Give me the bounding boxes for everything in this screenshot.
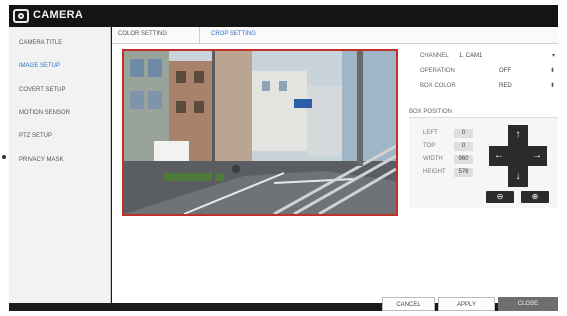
box-position-panel: LEFT 0 TOP 0 WIDTH 960 HEIGHT 576 ↑ ↓ ← … xyxy=(409,118,558,208)
height-value: 576 xyxy=(454,168,473,177)
zoom-in-icon[interactable]: ⊕ xyxy=(521,191,549,203)
box-position-title: BOX POSITION xyxy=(409,109,453,115)
left-value: 0 xyxy=(454,129,473,138)
width-label: WIDTH xyxy=(423,156,443,162)
cancel-button[interactable]: CANCEL xyxy=(382,297,435,311)
sidebar-item-motion-sensor[interactable]: MOTION SENSOR xyxy=(19,110,70,116)
camera-settings-window: CAMERA CAMERA TITLE IMAGE SETUP COVERT S… xyxy=(9,5,558,311)
up-down-arrow-icon: ⬍ xyxy=(549,68,555,74)
apply-button[interactable]: APPLY xyxy=(438,297,495,311)
channel-label: CHANNEL xyxy=(420,53,449,59)
box-color-value: RED xyxy=(499,83,512,89)
outside-marker xyxy=(2,155,6,159)
camera-preview-crop-box[interactable] xyxy=(122,49,398,216)
sidebar-item-image-setup[interactable]: IMAGE SETUP xyxy=(19,63,60,69)
title-bar: CAMERA xyxy=(9,5,558,27)
main-content: COLOR SETTING CROP SETTING CHANNEL 1. CA… xyxy=(112,27,558,303)
box-color-select[interactable]: RED ⬍ xyxy=(449,82,557,91)
tab-crop-setting[interactable]: CROP SETTING xyxy=(211,31,256,37)
sidebar-item-camera-title[interactable]: CAMERA TITLE xyxy=(19,40,62,46)
up-down-arrow-icon: ⬍ xyxy=(549,83,555,89)
sidebar-item-ptz-setup[interactable]: PTZ SETUP xyxy=(19,133,52,139)
sidebar-item-privacy-mask[interactable]: PRIVACY MASK xyxy=(19,157,63,163)
chevron-down-icon: ▾ xyxy=(551,53,555,59)
top-value: 0 xyxy=(454,142,473,151)
tab-bar: COLOR SETTING CROP SETTING xyxy=(112,27,558,44)
tab-color-setting[interactable]: COLOR SETTING xyxy=(118,31,167,37)
close-button[interactable]: CLOSE xyxy=(498,297,558,311)
channel-value: 1. CAM1 xyxy=(459,53,483,59)
arrow-right-icon[interactable]: → xyxy=(529,148,545,164)
left-label: LEFT xyxy=(423,130,438,136)
window-title: CAMERA xyxy=(33,9,84,21)
operation-select[interactable]: OFF ⬍ xyxy=(449,67,557,76)
camera-icon xyxy=(13,9,29,23)
sidebar-item-covert-setup[interactable]: COVERT SETUP xyxy=(19,87,65,93)
street-scene-image xyxy=(124,51,396,214)
tab-divider xyxy=(199,27,200,43)
operation-value: OFF xyxy=(499,68,511,74)
direction-pad: ↑ ↓ ← → xyxy=(489,125,547,187)
zoom-out-icon[interactable]: ⊖ xyxy=(486,191,514,203)
height-label: HEIGHT xyxy=(423,169,446,175)
arrow-left-icon[interactable]: ← xyxy=(491,148,507,164)
sidebar: CAMERA TITLE IMAGE SETUP COVERT SETUP MO… xyxy=(9,27,111,303)
width-value: 960 xyxy=(454,155,473,164)
arrow-down-icon[interactable]: ↓ xyxy=(510,169,526,185)
arrow-up-icon[interactable]: ↑ xyxy=(510,127,526,143)
top-label: TOP xyxy=(423,143,436,149)
channel-select[interactable]: 1. CAM1 ▾ xyxy=(449,52,557,61)
